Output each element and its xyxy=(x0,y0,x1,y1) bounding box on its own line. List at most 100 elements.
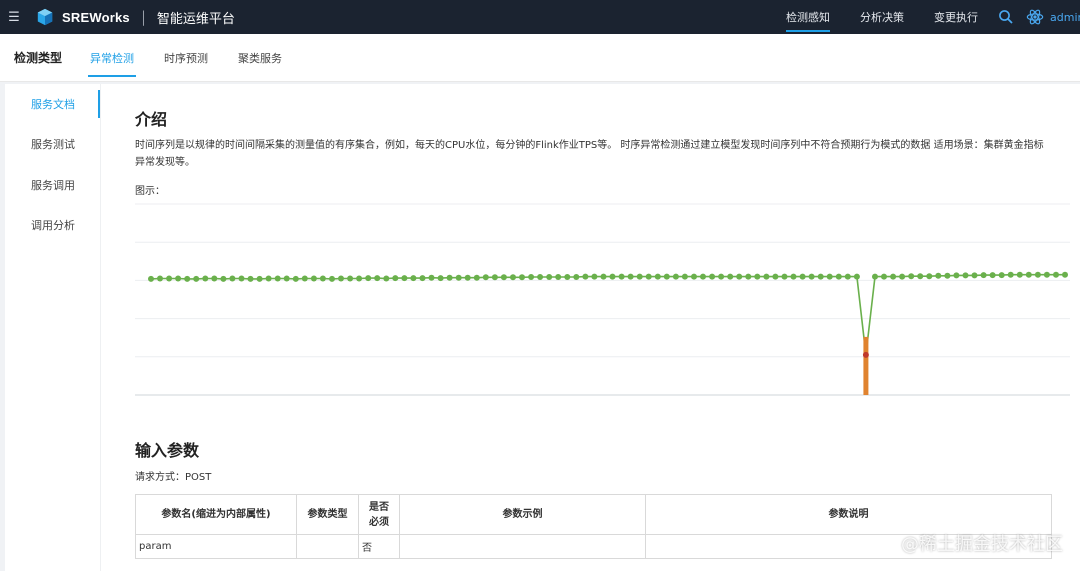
data-point xyxy=(247,275,254,282)
detection-type-title: 检测类型 xyxy=(14,51,63,65)
cell-param-name: param xyxy=(135,534,297,559)
series-line xyxy=(150,273,1065,355)
data-point xyxy=(591,273,598,280)
data-point xyxy=(781,273,788,280)
cell-required: 否 xyxy=(358,534,400,559)
data-point xyxy=(926,273,933,280)
tab-clustering-service[interactable]: 聚类服务 xyxy=(238,34,282,82)
data-point xyxy=(274,275,281,282)
cell-param-type xyxy=(296,534,359,559)
col-param-name: 参数名(缩进为内部属性) xyxy=(135,494,297,535)
data-point xyxy=(365,275,372,282)
data-point xyxy=(510,274,516,281)
service-sidenav: 服务文档 服务测试 服务调用 调用分析 xyxy=(5,84,101,571)
content-card: 服务文档 服务测试 服务调用 调用分析 介绍 时间序列是以规律的时间间隔采集的测… xyxy=(5,84,1080,571)
data-point xyxy=(546,274,553,280)
data-point xyxy=(148,275,154,282)
brand-separator: | xyxy=(140,8,146,26)
data-point xyxy=(709,273,716,280)
data-point xyxy=(600,273,607,280)
data-point xyxy=(691,273,697,280)
anomaly-line-chart xyxy=(135,203,1070,396)
sidenav-item-test[interactable]: 服务测试 xyxy=(5,130,101,158)
chart-gridlines xyxy=(135,203,1070,396)
sidenav-item-invoke[interactable]: 服务调用 xyxy=(5,171,101,199)
data-point xyxy=(654,273,661,280)
doc-main: 介绍 时间序列是以规律的时间间隔采集的测量值的有序集合，例如，每天的CPU水位，… xyxy=(135,84,1080,571)
data-point xyxy=(582,273,589,280)
data-point xyxy=(437,275,444,282)
data-point xyxy=(537,274,544,280)
search-icon[interactable] xyxy=(998,9,1014,25)
user-menu[interactable]: admin xyxy=(1026,0,1080,34)
data-point xyxy=(908,273,915,280)
sreworks-logo-icon xyxy=(37,8,53,26)
menu-icon[interactable]: ☰ xyxy=(0,0,28,34)
data-point xyxy=(464,274,471,281)
data-point xyxy=(184,275,191,282)
input-params-heading: 输入参数 xyxy=(135,441,200,460)
data-point xyxy=(383,275,390,282)
data-point xyxy=(310,275,317,282)
data-point xyxy=(718,273,725,280)
data-point xyxy=(319,275,326,282)
col-param-type: 参数类型 xyxy=(296,494,359,535)
params-table-header-row: 参数名(缩进为内部属性) 参数类型 是否必须 参数示例 参数说明 xyxy=(135,494,1052,535)
top-nav: 检测感知 分析决策 变更执行 xyxy=(778,0,1000,34)
sidenav-item-docs[interactable]: 服务文档 xyxy=(5,90,101,118)
data-point xyxy=(980,272,987,279)
sidenav-item-analysis[interactable]: 调用分析 xyxy=(5,211,101,239)
data-point xyxy=(971,272,978,279)
data-point xyxy=(356,275,363,282)
data-point xyxy=(1034,271,1041,278)
col-required: 是否必须 xyxy=(358,494,400,535)
cell-example xyxy=(399,534,646,559)
nav-detection[interactable]: 检测感知 xyxy=(778,0,838,34)
data-point xyxy=(428,274,435,281)
data-point xyxy=(745,273,752,280)
col-description: 参数说明 xyxy=(645,494,1052,535)
data-point xyxy=(890,273,897,280)
data-point xyxy=(618,273,625,280)
data-point xyxy=(419,275,426,282)
data-point xyxy=(799,273,806,280)
data-point xyxy=(609,273,616,280)
anomaly-band xyxy=(863,336,869,395)
user-avatar-icon xyxy=(1026,9,1044,25)
brand-logo[interactable]: SREWorks xyxy=(36,8,130,26)
data-point xyxy=(446,274,453,281)
data-point xyxy=(944,272,951,279)
data-point xyxy=(772,273,779,280)
tab-timeseries-forecast[interactable]: 时序预测 xyxy=(164,34,208,82)
anomaly-point xyxy=(862,351,869,358)
data-point xyxy=(790,273,797,280)
data-point xyxy=(410,275,417,282)
nav-change[interactable]: 变更执行 xyxy=(926,0,986,34)
data-point xyxy=(229,275,236,282)
data-point xyxy=(872,273,878,280)
nav-analysis[interactable]: 分析决策 xyxy=(852,0,912,34)
data-point xyxy=(917,273,924,280)
data-point xyxy=(1062,271,1068,278)
data-point xyxy=(202,275,209,282)
data-point xyxy=(727,273,734,280)
data-point xyxy=(193,275,200,282)
data-point xyxy=(564,274,571,280)
data-point xyxy=(175,275,182,282)
tab-anomaly-detection[interactable]: 异常检测 xyxy=(88,34,137,82)
watermark: @稀土掘金技术社区 xyxy=(901,534,1063,555)
data-point xyxy=(573,274,580,280)
data-point xyxy=(817,273,824,280)
data-point xyxy=(211,275,218,282)
data-point xyxy=(283,275,290,282)
data-point xyxy=(1007,271,1014,278)
intro-heading: 介绍 xyxy=(135,110,168,129)
data-point xyxy=(347,275,354,282)
top-navbar: ☰ SREWorks | 智能运维平台 检测感知 分析决策 变更执行 admin xyxy=(0,0,1080,34)
data-point xyxy=(881,273,887,280)
detection-type-bar: 检测类型 异常检测 时序预测 聚类服务 xyxy=(0,34,1080,82)
chart-series xyxy=(148,271,1068,395)
data-point xyxy=(166,275,173,282)
data-point xyxy=(853,273,860,280)
data-point xyxy=(491,274,498,281)
